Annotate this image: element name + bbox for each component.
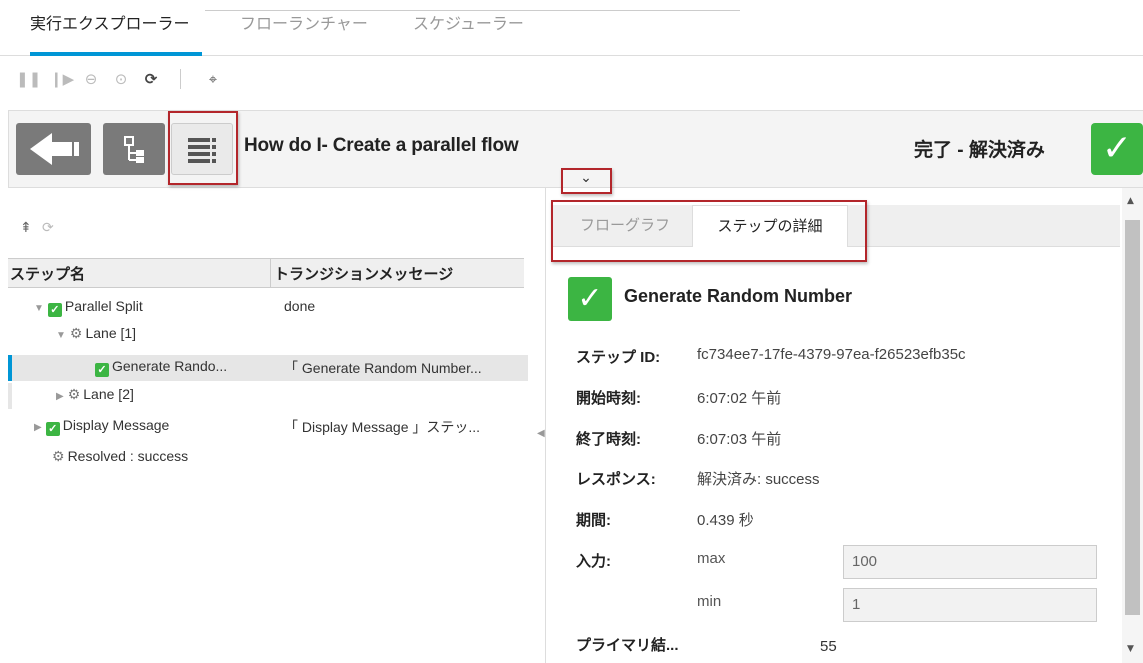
top-tab-bar: 実行エクスプローラー フローランチャー スケジューラー [0,0,1143,56]
column-step-name[interactable]: ステップ名 [10,263,85,284]
step-id-value: fc734ee7-17fe-4379-97ea-f26523efb35c [697,346,966,363]
success-check-icon: ✓ [45,422,60,436]
column-transition-message[interactable]: トランジションメッセージ [274,263,453,284]
tree-row[interactable]: ▼ ✓ Parallel Split done [8,295,528,321]
duration-label: 期間: [576,512,611,529]
response-label: レスポンス: [576,471,656,488]
highlight-list-view [168,111,238,185]
collapsed-caret-icon[interactable]: ▶ [34,422,42,433]
run-status-text: 完了 - 解決済み [914,140,1045,161]
step-name: Lane [1] [85,325,137,341]
tree-node: ▼ ⚙ Lane [1] [56,325,136,342]
start-time-value: 6:07:02 午前 [697,390,782,407]
step-name: Resolved : success [67,448,189,464]
scroll-thumb[interactable] [1125,220,1140,615]
transition-message: done [284,298,316,314]
scroll-down-icon[interactable]: ▼ [1127,644,1134,654]
transition-message: 「 Generate Random Number... [284,360,482,376]
primary-result-value: 55 [820,638,837,655]
selection-indicator [8,355,12,381]
end-time-label: 終了時刻: [576,431,641,448]
gear-icon: ⚙ [67,386,81,402]
tree-row[interactable]: ⚙ Resolved : success [8,445,528,471]
input-name-max: max [697,550,726,567]
step-forward-icon[interactable]: ❙▶ [50,70,74,88]
tree-row[interactable]: ▶ ⚙ Lane [2] [8,383,528,409]
tab-scheduler[interactable]: スケジューラー [413,10,524,34]
success-check-icon: ✓ [47,303,62,317]
flow-title: How do I- Create a parallel flow [244,135,519,156]
pause-icon[interactable]: ❚❚ [16,70,41,88]
cursor-icon[interactable]: ⌖ [204,70,222,88]
response-value: 解決済み: success [697,471,820,488]
tree-node: ✓ Generate Rando... [95,358,227,377]
input-value-max: 100 [843,545,1097,579]
column-divider[interactable] [270,259,271,287]
splitter-arrow-icon[interactable]: ◀ [537,428,545,439]
highlight-chevron [561,168,612,194]
panel-splitter[interactable] [536,188,546,663]
tree-node: ▶ ⚙ Lane [2] [56,386,134,403]
step-id-label: ステップ ID: [576,349,661,366]
collapsed-caret-icon[interactable]: ▶ [56,391,64,402]
step-name: Display Message [62,417,170,433]
toolbar-separator [180,69,181,89]
tree-node: ▼ ✓ Parallel Split [34,298,143,317]
step-name: Generate Rando... [112,358,228,374]
resume-icon[interactable]: ⊙ [112,70,130,88]
refresh-icon[interactable]: ⟳ [142,70,160,88]
back-arrow-icon [30,133,79,165]
scroll-up-icon[interactable]: ▲ [1127,196,1134,206]
start-time-label: 開始時刻: [576,390,641,407]
tree-node: ⚙ Resolved : success [52,448,188,465]
step-name: Lane [2] [83,386,134,402]
tree-row[interactable]: ▼ ⚙ Lane [1] [8,322,528,348]
tree-view-button[interactable] [103,123,165,175]
success-check-icon: ✓ [95,363,109,377]
run-toolbar: ❚❚ ❙▶ ⊖ ⊙ ⟳ ⌖ [0,56,1143,102]
detail-scrollbar[interactable]: ▲ ▼ [1122,188,1143,663]
duration-value: 0.439 秒 [697,512,754,529]
input-name-min: min [697,593,722,610]
tree-header-row: ステップ名 トランジションメッセージ [8,258,524,288]
tree-row-selected[interactable]: ✓ Generate Rando... 「 Generate Random Num… [8,355,528,381]
tree-row[interactable]: ▶ ✓ Display Message 「 Display Message 」ステッ… [8,414,528,440]
inputs-label: 入力: [576,553,611,570]
status-check-icon: ✓ [1091,123,1143,175]
tab-run-explorer[interactable]: 実行エクスプローラー [30,10,190,34]
step-title: Generate Random Number [624,286,853,306]
tree-node: ▶ ✓ Display Message [34,417,169,436]
expanded-caret-icon[interactable]: ▼ [34,303,44,314]
step-success-icon: ✓ [568,277,612,321]
primary-result-label: プライマリ結... [576,637,679,654]
gear-icon: ⚙ [69,325,83,341]
transition-message: 「 Display Message 」ステッ... [284,419,481,435]
expanded-caret-icon[interactable]: ▼ [56,330,66,341]
collapse-all-icon[interactable]: ⇞ [20,220,32,236]
tree-view-icon [124,136,144,163]
gear-icon: ⚙ [52,448,65,464]
tab-flow-launcher[interactable]: フローランチャー [240,10,368,34]
back-button[interactable] [16,123,91,175]
input-value-min: 1 [843,588,1097,622]
refresh-tree-icon[interactable]: ⟳ [42,220,54,236]
end-time-value: 6:07:03 午前 [697,431,782,448]
highlight-detail-tabs [551,200,867,262]
step-name: Parallel Split [64,298,143,314]
cancel-icon[interactable]: ⊖ [82,70,100,88]
